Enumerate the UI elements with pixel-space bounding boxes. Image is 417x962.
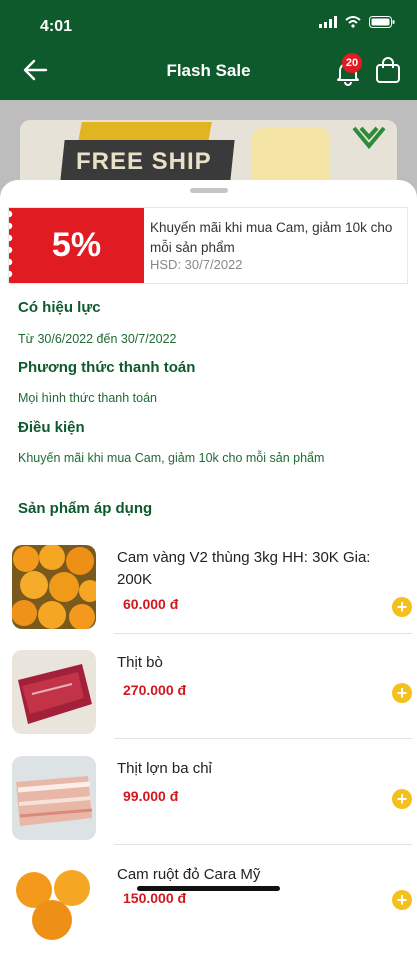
- condition-title: Điều kiện: [18, 419, 85, 436]
- voucher-expiry: HSD: 30/7/2022: [150, 257, 243, 272]
- wifi-icon: [345, 16, 361, 28]
- product-name: Thịt lợn ba chỉ: [117, 760, 212, 777]
- product-divider: [114, 738, 412, 739]
- voucher-description: Khuyến mãi khi mua Cam, giảm 10k cho mỗi…: [150, 220, 393, 255]
- condition-text: Khuyến mãi khi mua Cam, giảm 10k cho mỗi…: [18, 451, 325, 465]
- banner-stripe: [78, 122, 212, 142]
- app-header: 4:01 Flash Sale 20: [0, 0, 417, 100]
- product-item[interactable]: Cam vàng V2 thùng 3kg HH: 30K Gia: 200K …: [12, 545, 412, 645]
- sheet-drag-handle[interactable]: [190, 188, 228, 193]
- product-price: 270.000 đ: [123, 682, 187, 698]
- shopping-bag-icon[interactable]: [375, 56, 401, 84]
- notification-badge: 20: [342, 53, 362, 73]
- add-to-cart-button[interactable]: +: [392, 597, 412, 617]
- product-image: [12, 756, 96, 840]
- battery-icon: [369, 16, 395, 28]
- product-image: [12, 650, 96, 734]
- product-price: 150.000 đ: [123, 890, 187, 906]
- product-divider: [114, 633, 412, 634]
- product-name: Cam ruột đỏ Cara Mỹ: [117, 866, 261, 883]
- add-to-cart-button[interactable]: +: [392, 789, 412, 809]
- product-price: 60.000 đ: [123, 596, 179, 612]
- payment-method-title: Phương thức thanh toán: [18, 359, 196, 376]
- applicable-products-title: Sản phẩm áp dụng: [18, 500, 153, 517]
- voucher-detail-sheet: 5% Khuyến mãi khi mua Cam, giảm 10k cho …: [0, 180, 417, 946]
- voucher-card: 5% Khuyến mãi khi mua Cam, giảm 10k cho …: [8, 207, 408, 284]
- brand-logo-icon: [352, 126, 386, 150]
- status-icons: [319, 16, 395, 28]
- product-divider: [114, 844, 412, 845]
- signal-icon: [319, 16, 337, 28]
- product-name: Thịt bò: [117, 654, 163, 671]
- add-to-cart-button[interactable]: +: [392, 890, 412, 910]
- add-to-cart-button[interactable]: +: [392, 683, 412, 703]
- validity-title: Có hiệu lực: [18, 299, 101, 316]
- product-image: [12, 862, 96, 946]
- voucher-percent: 5%: [51, 226, 102, 264]
- product-name: Cam vàng V2 thùng 3kg HH: 30K Gia: 200K: [117, 549, 371, 588]
- home-indicator: [137, 886, 280, 891]
- product-item[interactable]: Thịt bò 270.000 đ +: [12, 650, 412, 750]
- product-item[interactable]: Thịt lợn ba chỉ 99.000 đ +: [12, 756, 412, 856]
- payment-method-text: Mọi hình thức thanh toán: [18, 391, 158, 405]
- product-item[interactable]: Cam ruột đỏ Cara Mỹ 150.000 đ +: [12, 862, 412, 962]
- product-price: 99.000 đ: [123, 788, 179, 804]
- validity-text: Từ 30/6/2022 đến 30/7/2022: [18, 332, 177, 346]
- banner-text: FREE SHIP: [76, 148, 212, 175]
- product-image: [12, 545, 96, 629]
- status-time: 4:01: [40, 18, 73, 35]
